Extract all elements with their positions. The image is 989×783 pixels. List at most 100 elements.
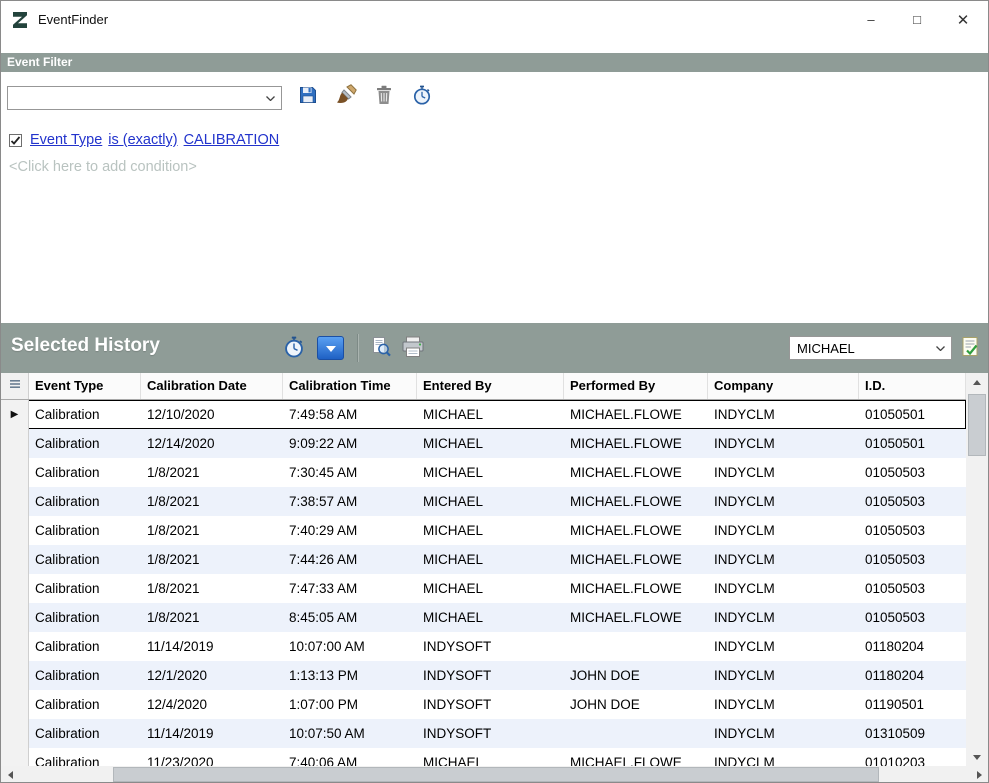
table-cell[interactable]: 1/8/2021 bbox=[141, 487, 283, 516]
table-cell[interactable]: INDYCLM bbox=[708, 487, 859, 516]
table-cell[interactable]: Calibration bbox=[29, 516, 141, 545]
report-button[interactable] bbox=[958, 337, 982, 361]
column-header[interactable]: Event Type bbox=[29, 373, 141, 399]
chevron-down-icon[interactable] bbox=[266, 96, 275, 101]
vertical-scrollbar[interactable] bbox=[966, 373, 988, 766]
table-cell[interactable]: Calibration bbox=[29, 545, 141, 574]
table-cell[interactable]: MICHAEL bbox=[417, 545, 564, 574]
table-cell[interactable]: INDYSOFT bbox=[417, 690, 564, 719]
condition-field-link[interactable]: Event Type bbox=[30, 132, 102, 148]
table-cell[interactable] bbox=[564, 719, 708, 748]
table-cell[interactable]: INDYCLM bbox=[708, 429, 859, 458]
history-run-button[interactable] bbox=[282, 337, 306, 361]
table-row[interactable]: ▶Calibration12/10/20207:49:58 AMMICHAELM… bbox=[1, 400, 966, 429]
table-cell[interactable] bbox=[564, 632, 708, 661]
table-cell[interactable]: 7:38:57 AM bbox=[283, 487, 417, 516]
table-cell[interactable]: 7:30:45 AM bbox=[283, 458, 417, 487]
table-cell[interactable]: MICHAEL.FLOWE bbox=[564, 458, 708, 487]
table-cell[interactable]: MICHAEL.FLOWE bbox=[564, 429, 708, 458]
table-cell[interactable]: 12/4/2020 bbox=[141, 690, 283, 719]
table-cell[interactable]: INDYSOFT bbox=[417, 719, 564, 748]
table-cell[interactable]: MICHAEL.FLOWE bbox=[564, 603, 708, 632]
column-header[interactable]: Calibration Time bbox=[283, 373, 417, 399]
table-cell[interactable]: 01050501 bbox=[859, 400, 966, 429]
table-row[interactable]: Calibration11/23/20207:40:06 AMMICHAELMI… bbox=[1, 748, 966, 766]
table-cell[interactable]: INDYCLM bbox=[708, 719, 859, 748]
table-cell[interactable]: MICHAEL.FLOWE bbox=[564, 487, 708, 516]
table-cell[interactable]: 01310509 bbox=[859, 719, 966, 748]
table-cell[interactable]: Calibration bbox=[29, 487, 141, 516]
table-cell[interactable]: INDYCLM bbox=[708, 690, 859, 719]
table-cell[interactable]: MICHAEL.FLOWE bbox=[564, 574, 708, 603]
table-cell[interactable]: INDYCLM bbox=[708, 748, 859, 766]
table-cell[interactable]: INDYCLM bbox=[708, 632, 859, 661]
table-cell[interactable]: Calibration bbox=[29, 574, 141, 603]
table-cell[interactable]: INDYSOFT bbox=[417, 632, 564, 661]
table-row[interactable]: Calibration1/8/20217:38:57 AMMICHAELMICH… bbox=[1, 487, 966, 516]
table-cell[interactable]: 7:49:58 AM bbox=[283, 400, 417, 429]
save-filter-button[interactable] bbox=[296, 86, 320, 110]
table-cell[interactable]: INDYCLM bbox=[708, 661, 859, 690]
clear-filter-button[interactable] bbox=[334, 86, 358, 110]
table-cell[interactable]: 01180204 bbox=[859, 632, 966, 661]
table-cell[interactable]: 01010203 bbox=[859, 748, 966, 766]
scroll-left-button[interactable] bbox=[1, 766, 19, 783]
table-row[interactable]: Calibration11/14/201910:07:00 AMINDYSOFT… bbox=[1, 632, 966, 661]
table-row[interactable]: Calibration1/8/20217:30:45 AMMICHAELMICH… bbox=[1, 458, 966, 487]
minimize-button[interactable]: – bbox=[848, 1, 894, 38]
table-cell[interactable]: INDYCLM bbox=[708, 400, 859, 429]
table-cell[interactable]: 11/23/2020 bbox=[141, 748, 283, 766]
table-cell[interactable]: 1/8/2021 bbox=[141, 574, 283, 603]
table-cell[interactable]: 01050503 bbox=[859, 458, 966, 487]
table-cell[interactable]: 01050503 bbox=[859, 574, 966, 603]
table-cell[interactable]: 7:40:29 AM bbox=[283, 516, 417, 545]
table-cell[interactable]: 12/10/2020 bbox=[141, 400, 283, 429]
table-row[interactable]: Calibration12/1/20201:13:13 PMINDYSOFTJO… bbox=[1, 661, 966, 690]
vertical-scrollbar-thumb[interactable] bbox=[968, 394, 986, 456]
table-cell[interactable]: Calibration bbox=[29, 719, 141, 748]
print-button[interactable] bbox=[401, 337, 425, 361]
table-row[interactable]: Calibration1/8/20217:40:29 AMMICHAELMICH… bbox=[1, 516, 966, 545]
table-cell[interactable]: MICHAEL bbox=[417, 458, 564, 487]
table-cell[interactable]: Calibration bbox=[29, 458, 141, 487]
table-cell[interactable]: INDYCLM bbox=[708, 458, 859, 487]
table-cell[interactable]: 7:44:26 AM bbox=[283, 545, 417, 574]
table-cell[interactable]: Calibration bbox=[29, 661, 141, 690]
table-cell[interactable]: 8:45:05 AM bbox=[283, 603, 417, 632]
table-cell[interactable]: 9:09:22 AM bbox=[283, 429, 417, 458]
table-cell[interactable]: MICHAEL bbox=[417, 400, 564, 429]
condition-operator-link[interactable]: is (exactly) bbox=[108, 132, 177, 148]
table-row[interactable]: Calibration1/8/20217:44:26 AMMICHAELMICH… bbox=[1, 545, 966, 574]
table-row[interactable]: Calibration12/14/20209:09:22 AMMICHAELMI… bbox=[1, 429, 966, 458]
table-cell[interactable]: 01050503 bbox=[859, 545, 966, 574]
condition-value-link[interactable]: CALIBRATION bbox=[184, 132, 280, 148]
table-row[interactable]: Calibration1/8/20218:45:05 AMMICHAELMICH… bbox=[1, 603, 966, 632]
table-cell[interactable]: Calibration bbox=[29, 400, 141, 429]
table-cell[interactable]: 01190501 bbox=[859, 690, 966, 719]
horizontal-scrollbar-thumb[interactable] bbox=[113, 767, 879, 782]
close-button[interactable]: ✕ bbox=[940, 1, 986, 38]
table-cell[interactable]: MICHAEL bbox=[417, 603, 564, 632]
column-header[interactable]: I.D. bbox=[859, 373, 966, 399]
delete-filter-button[interactable] bbox=[372, 86, 396, 110]
filter-preset-combo[interactable] bbox=[7, 86, 282, 110]
table-cell[interactable]: Calibration bbox=[29, 603, 141, 632]
table-cell[interactable]: 12/14/2020 bbox=[141, 429, 283, 458]
table-cell[interactable]: JOHN DOE bbox=[564, 661, 708, 690]
horizontal-scrollbar[interactable] bbox=[1, 766, 988, 783]
table-cell[interactable]: 1/8/2021 bbox=[141, 603, 283, 632]
column-header[interactable]: Performed By bbox=[564, 373, 708, 399]
history-options-button[interactable] bbox=[317, 336, 344, 360]
column-header[interactable]: Company bbox=[708, 373, 859, 399]
table-cell[interactable]: MICHAEL.FLOWE bbox=[564, 516, 708, 545]
table-cell[interactable]: 7:40:06 AM bbox=[283, 748, 417, 766]
column-header[interactable]: Calibration Date bbox=[141, 373, 283, 399]
print-preview-button[interactable] bbox=[369, 337, 393, 361]
table-cell[interactable]: MICHAEL bbox=[417, 429, 564, 458]
table-cell[interactable]: Calibration bbox=[29, 632, 141, 661]
table-cell[interactable]: INDYCLM bbox=[708, 516, 859, 545]
table-cell[interactable]: MICHAEL bbox=[417, 487, 564, 516]
table-cell[interactable]: Calibration bbox=[29, 748, 141, 766]
table-cell[interactable]: 1/8/2021 bbox=[141, 458, 283, 487]
table-cell[interactable]: INDYSOFT bbox=[417, 661, 564, 690]
